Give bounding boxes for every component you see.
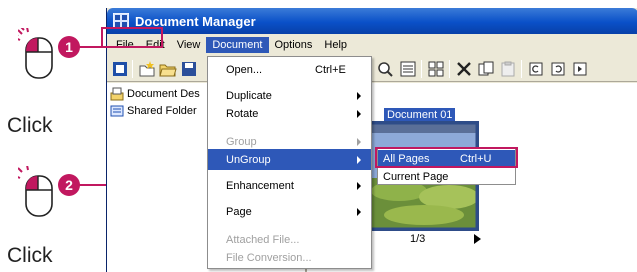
- menu-separator: [210, 127, 369, 128]
- submenu-arrow-icon: [357, 92, 361, 100]
- document-menu: Open... Ctrl+E Duplicate Rotate Group Un…: [207, 56, 372, 269]
- document-title[interactable]: Document 01: [384, 108, 456, 122]
- menu-item-label: Rotate: [226, 107, 259, 120]
- page-indicator: 1/3: [410, 233, 426, 245]
- rotate-left-icon[interactable]: [527, 60, 545, 78]
- menu-separator: [210, 225, 369, 226]
- toolbar-separator: [521, 60, 522, 78]
- menu-separator: [210, 198, 369, 199]
- menu-item-ungroup[interactable]: UnGroup: [208, 149, 371, 170]
- view-thumbnails-icon[interactable]: [427, 60, 445, 78]
- submenu-item-current-page[interactable]: Current Page: [378, 168, 515, 185]
- menu-help[interactable]: Help: [318, 37, 353, 53]
- menu-item-rotate[interactable]: Rotate: [208, 103, 371, 124]
- copy-icon[interactable]: [477, 60, 495, 78]
- paste-icon[interactable]: [499, 60, 517, 78]
- next-page-icon[interactable]: [571, 60, 589, 78]
- tree-item-document-desk[interactable]: Document Des: [110, 86, 200, 102]
- menu-separator: [210, 173, 369, 174]
- menu-item-label: Duplicate: [226, 89, 272, 102]
- menu-item-label: Page: [226, 205, 252, 218]
- menu-item-label: File Conversion...: [226, 251, 312, 264]
- mouse-icon: [18, 28, 54, 80]
- document-desk-icon: [110, 87, 124, 101]
- toolbar-separator: [449, 60, 450, 78]
- menu-item-label: Group: [226, 135, 257, 148]
- menu-item-page[interactable]: Page: [208, 201, 371, 222]
- document-menu-highlight: [101, 27, 163, 48]
- submenu-arrow-icon: [357, 138, 361, 146]
- toolbar-separator: [421, 60, 422, 78]
- submenu-arrow-icon: [357, 208, 361, 216]
- new-folder-icon[interactable]: [138, 60, 156, 78]
- toolbar-separator: [132, 60, 133, 78]
- menu-view[interactable]: View: [171, 37, 207, 53]
- menu-item-shortcut: Ctrl+E: [315, 63, 346, 76]
- save-icon[interactable]: [180, 60, 198, 78]
- step-1-badge: 1: [58, 36, 80, 58]
- submenu-arrow-icon: [357, 110, 361, 118]
- tree-item-label: Shared Folder: [127, 105, 197, 117]
- menu-bar: File Edit View Document Options Help: [107, 34, 637, 56]
- menu-item-open[interactable]: Open... Ctrl+E: [208, 59, 371, 80]
- click-label-1: Click: [7, 114, 53, 137]
- tree-item-shared-folder[interactable]: Shared Folder: [110, 103, 197, 119]
- click-label-2: Click: [7, 244, 53, 267]
- menu-document[interactable]: Document: [206, 37, 269, 53]
- rotate-right-icon[interactable]: [549, 60, 567, 78]
- view-list-icon[interactable]: [399, 60, 417, 78]
- step-2-badge: 2: [58, 174, 80, 196]
- tree-item-label: Document Des: [127, 88, 200, 100]
- next-page-arrow-icon[interactable]: [474, 234, 481, 244]
- submenu-arrow-icon: [357, 182, 361, 190]
- delete-icon[interactable]: [455, 60, 473, 78]
- menu-separator: [210, 82, 369, 83]
- menu-item-label: Attached File...: [226, 233, 300, 246]
- mouse-icon: [18, 166, 54, 218]
- menu-item-file-conversion: File Conversion...: [208, 247, 371, 268]
- menu-item-enhancement[interactable]: Enhancement: [208, 175, 371, 196]
- zoom-icon[interactable]: [376, 60, 394, 78]
- menu-item-label: Open...: [226, 63, 263, 76]
- open-folder-icon[interactable]: [159, 60, 177, 78]
- toolbar: [107, 56, 637, 82]
- app-icon[interactable]: [111, 60, 129, 78]
- submenu-item-label: Current Page: [383, 170, 449, 183]
- all-pages-highlight: [375, 147, 518, 168]
- shared-folder-icon: [110, 105, 124, 117]
- submenu-arrow-icon: [357, 156, 361, 164]
- menu-item-label: UnGroup: [226, 153, 271, 166]
- menu-options[interactable]: Options: [269, 37, 319, 53]
- menu-item-label: Enhancement: [226, 179, 294, 192]
- title-bar: Document Manager: [107, 8, 637, 34]
